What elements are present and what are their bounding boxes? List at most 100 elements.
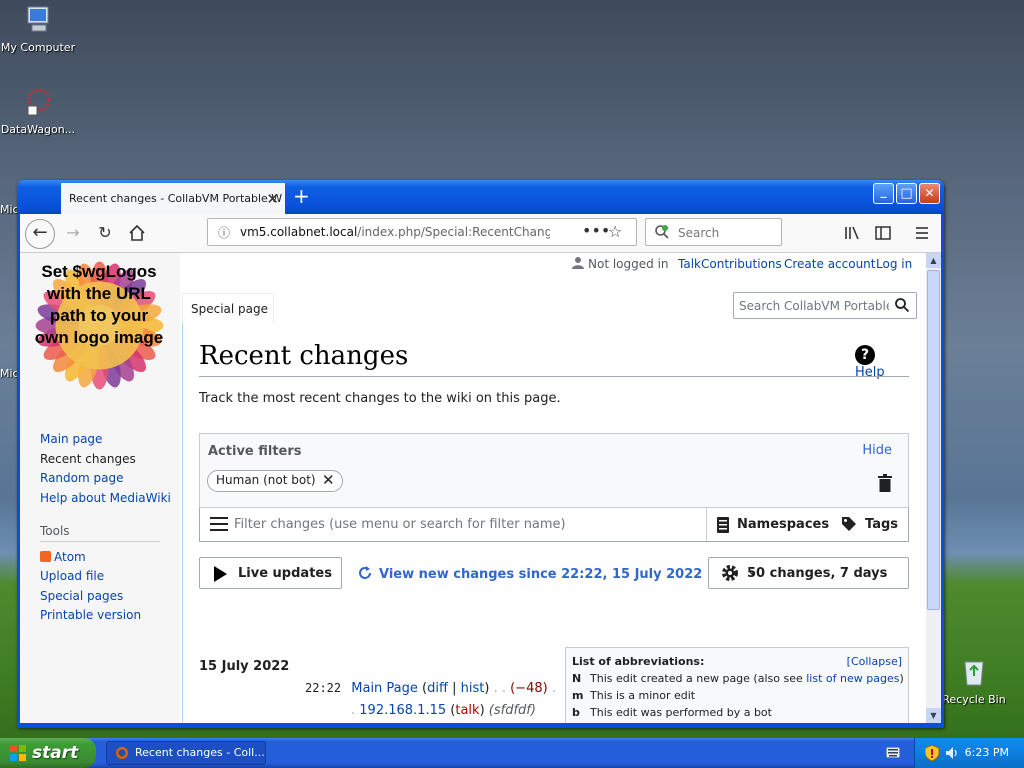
view-new-changes-link[interactable]: View new changes since 22:22, 15 July 20… <box>357 565 702 582</box>
info-icon[interactable]: ⓘ <box>218 224 230 241</box>
legend-text-m: This is a minor edit <box>590 689 696 702</box>
sidebar-link-help[interactable]: Help about MediaWiki <box>40 491 171 505</box>
minimize-button[interactable]: _ <box>873 183 894 204</box>
namespaces-button[interactable]: Namespaces <box>737 517 829 532</box>
bookmark-star-icon[interactable]: ☆ <box>608 222 622 241</box>
change-page-link[interactable]: Main Page <box>351 681 418 696</box>
sidebar-link-upload-file[interactable]: Upload file <box>40 569 104 583</box>
log-in-link[interactable]: Log in <box>876 257 912 271</box>
scroll-down-arrow-icon[interactable]: ▼ <box>926 708 941 723</box>
desktop-icon-label: Recycle Bin <box>942 693 1006 706</box>
namespaces-icon <box>717 517 729 533</box>
live-updates-label: Live updates <box>238 566 332 581</box>
taskbar-window-button[interactable]: Recent changes - Coll... <box>106 741 266 765</box>
recycle-bin-icon <box>964 661 984 686</box>
start-button[interactable]: start <box>0 738 96 768</box>
sidebar-link-random-page[interactable]: Random page <box>40 471 123 485</box>
home-icon <box>129 224 145 241</box>
change-entry-user-line: . 192.168.1.15 (talk) (sfdfdf) <box>351 703 536 718</box>
title-bar[interactable]: Recent changes - CollabVM Portable W ✕ +… <box>17 180 944 214</box>
change-user-link[interactable]: 192.168.1.15 <box>359 703 446 718</box>
abbreviations-legend: List of abbreviations: [Collapse] N This … <box>565 647 909 723</box>
filter-menu-icon[interactable] <box>210 517 228 531</box>
hist-link[interactable]: hist <box>461 681 485 696</box>
legend-row-new: N This edit created a new page (also see … <box>572 672 904 685</box>
reload-button[interactable]: ↻ <box>94 222 116 244</box>
namespaces-tags-area: Namespaces Tags <box>706 508 911 541</box>
sidebar-link-special-pages[interactable]: Special pages <box>40 589 123 603</box>
legend-key-m: m <box>572 689 584 702</box>
sidebar-link-printable-version[interactable]: Printable version <box>40 608 141 622</box>
desktop-icon-recycle-bin[interactable]: Recycle Bin <box>934 656 1014 706</box>
play-icon <box>214 566 227 582</box>
address-bar[interactable]: ⓘ vm5.collabnet.local/index.php/Special:… <box>207 218 637 246</box>
changes-day-heading: 15 July 2022 <box>199 659 290 674</box>
diff-link[interactable]: diff <box>427 681 448 696</box>
separator: . <box>351 703 356 718</box>
active-filters-panel: Active filters Hide Human (not bot) ✕ <box>199 433 909 508</box>
new-pages-link[interactable]: list of new pages <box>806 672 899 685</box>
help-label: Help <box>855 365 885 380</box>
browser-search-field[interactable]: Search <box>645 218 782 246</box>
filter-search-bar[interactable]: Filter changes (use menu or search for f… <box>199 508 909 542</box>
wiki-search-input[interactable]: Search CollabVM Portable <box>733 292 917 319</box>
home-button[interactable] <box>126 222 148 244</box>
intro-text: Track the most recent changes to the wik… <box>199 391 561 406</box>
sidebar-link-recent-changes[interactable]: Recent changes <box>40 452 136 466</box>
help-link[interactable]: ?Help <box>855 345 909 380</box>
navigation-toolbar: ← → ↻ ⓘ vm5.collabnet.local/index.php/Sp… <box>20 214 941 253</box>
trash-icon[interactable] <box>878 474 892 492</box>
page-actions-button[interactable]: ••• <box>582 221 610 240</box>
gear-icon <box>722 565 738 581</box>
collapse-link[interactable]: [Collapse] <box>847 655 902 668</box>
desktop-icon-datawagon[interactable]: DataWagon... <box>0 86 78 136</box>
live-updates-button[interactable]: Live updates <box>199 557 342 589</box>
changes-limit-dropdown[interactable]: 50 changes, 7 days ⌄ <box>708 557 909 589</box>
keyboard-icon[interactable] <box>886 747 900 758</box>
desktop-icon-my-computer[interactable]: My Computer <box>0 4 78 54</box>
legend-text-n-end: ) <box>899 672 904 685</box>
windows-logo-icon <box>10 745 26 761</box>
arrow-left-icon: ← <box>32 222 48 243</box>
active-filters-heading: Active filters <box>208 444 302 459</box>
url-domain: vm5.collabnet.local <box>240 225 358 239</box>
user-talk-group: (talk) <box>450 703 485 718</box>
separator: . . <box>493 681 506 696</box>
security-shield-icon[interactable] <box>925 745 939 761</box>
new-tab-button[interactable]: + <box>293 184 310 208</box>
desktop-icon-label: My Computer <box>0 41 76 54</box>
browser-window: Recent changes - CollabVM Portable W ✕ +… <box>17 180 944 728</box>
vertical-scrollbar[interactable]: ▲ ▼ <box>926 253 941 723</box>
tab-special-page[interactable]: Special page <box>182 293 274 323</box>
sidebar-toggle-button[interactable] <box>872 222 894 244</box>
filter-chip-human[interactable]: Human (not bot) ✕ <box>207 470 343 492</box>
close-button[interactable]: ✕ <box>919 183 940 204</box>
not-logged-in-status: Not logged in <box>588 257 669 271</box>
edit-summary: (sfdfdf) <box>488 703 536 718</box>
user-talk-link[interactable]: talk <box>455 703 479 718</box>
sidebar-link-atom[interactable]: Atom <box>40 550 86 564</box>
close-icon[interactable]: ✕ <box>322 471 335 489</box>
hide-filters-link[interactable]: Hide <box>862 443 892 458</box>
desktop-icon-label: DataWagon... <box>0 123 76 136</box>
search-icon[interactable] <box>894 297 910 313</box>
scroll-up-arrow-icon[interactable]: ▲ <box>926 253 941 268</box>
create-account-link[interactable]: Create account <box>784 257 876 271</box>
back-button[interactable]: ← <box>25 219 55 249</box>
forward-button[interactable]: → <box>62 222 84 244</box>
contributions-link[interactable]: Contributions <box>701 257 782 271</box>
volume-icon[interactable] <box>945 746 959 760</box>
title-divider <box>199 376 909 377</box>
start-label: start <box>32 743 79 763</box>
diff-hist-group: (diff | hist) <box>422 681 490 696</box>
change-time: 22:22 <box>305 681 342 695</box>
tags-button[interactable]: Tags <box>865 517 898 532</box>
library-button[interactable] <box>841 222 863 244</box>
scrollbar-thumb[interactable] <box>927 270 940 610</box>
talk-link[interactable]: Talk <box>678 257 701 271</box>
browser-tab[interactable]: Recent changes - CollabVM Portable W ✕ <box>61 183 285 214</box>
maximize-button[interactable]: □ <box>896 183 917 204</box>
menu-button[interactable] <box>911 222 933 244</box>
tab-close-icon[interactable]: ✕ <box>266 190 279 208</box>
sidebar-link-main-page[interactable]: Main page <box>40 432 102 446</box>
